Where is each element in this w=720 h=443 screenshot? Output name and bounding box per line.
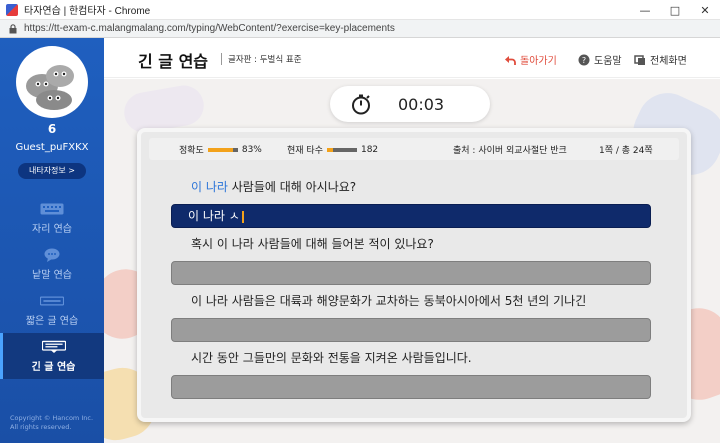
timer: 00:03 bbox=[330, 86, 490, 122]
accuracy-stat: 정확도 83% bbox=[179, 143, 262, 157]
sidebar-item-label: 낱말 연습 bbox=[32, 269, 72, 281]
sidebar-item-word-practice[interactable]: 낱말 연습 bbox=[0, 241, 104, 287]
prompt-rest: 이 나라 사람들은 대륙과 해양문화가 교차하는 동북아시아에서 5천 년의 기… bbox=[191, 294, 587, 308]
typing-input-active[interactable]: 이 나라 ㅅ bbox=[171, 204, 651, 228]
sidebar-item-short-text-practice[interactable]: 짧은 글 연습 bbox=[0, 287, 104, 333]
accuracy-bar bbox=[207, 147, 238, 152]
window-title: 타자연습 | 한컴타자 - Chrome bbox=[24, 6, 151, 17]
window-titlebar: 타자연습 | 한컴타자 - Chrome — □ ✕ bbox=[0, 0, 720, 20]
accuracy-value: 83% bbox=[241, 144, 262, 155]
source-text: 출처 : 사이버 외교사절단 반크 bbox=[453, 143, 567, 156]
copyright-line: Copyright © Hancom Inc. bbox=[10, 414, 94, 422]
help-button[interactable]: ? 도움말 bbox=[578, 52, 622, 67]
url-text[interactable]: https://tt-exam-c.malangmalang.com/typin… bbox=[24, 23, 395, 34]
back-label: 돌아가기 bbox=[520, 56, 557, 67]
speed-value: 182 bbox=[360, 144, 379, 155]
help-label: 도움말 bbox=[594, 56, 622, 67]
sidebar-item-label: 짧은 글 연습 bbox=[25, 315, 79, 327]
prompt-text: 혹시 이 나라 사람들에 대해 들어본 적이 있나요? bbox=[171, 235, 651, 253]
prompt-text: 이 나라 사람들은 대륙과 해양문화가 교차하는 동북아시아에서 5천 년의 기… bbox=[171, 292, 651, 310]
typing-input[interactable] bbox=[171, 375, 651, 399]
stats-bar: 정확도 83% 현재 타수 182 출처 : 사이버 외교사절단 반크 1쪽 /… bbox=[149, 138, 679, 160]
username: Guest_puFXKX bbox=[15, 142, 89, 153]
speed-label: 현재 타수 bbox=[287, 146, 323, 156]
divider bbox=[221, 53, 222, 65]
maximize-button[interactable]: □ bbox=[660, 0, 690, 20]
address-bar[interactable]: https://tt-exam-c.malangmalang.com/typin… bbox=[0, 20, 720, 38]
typing-input-value: 이 나라 ㅅ bbox=[188, 209, 240, 223]
typing-line-4: 시간 동안 그들만의 문화와 전통을 지켜온 사람들입니다. bbox=[171, 349, 651, 399]
typing-input[interactable] bbox=[171, 318, 651, 342]
my-typing-info-button[interactable]: 내타자정보 > bbox=[18, 163, 86, 179]
window-controls: — □ ✕ bbox=[630, 0, 720, 20]
prompt-typed: 이 나라 bbox=[191, 180, 228, 194]
typing-line-1: 이 나라 사람들에 대해 아시나요? 이 나라 ㅅ bbox=[171, 178, 651, 228]
text-caret bbox=[241, 210, 244, 223]
sidebar-item-long-text-practice[interactable]: 긴 글 연습 bbox=[0, 333, 104, 379]
back-button[interactable]: 돌아가기 bbox=[504, 52, 557, 67]
copyright: Copyright © Hancom Inc. All rights reser… bbox=[10, 414, 93, 432]
close-button[interactable]: ✕ bbox=[690, 0, 720, 20]
accuracy-label: 정확도 bbox=[179, 146, 204, 156]
sidebar-menu: 자리 연습 낱말 연습 짧은 글 연습 긴 글 연습 bbox=[0, 195, 104, 379]
page-counter: 1쪽 / 총 24쪽 bbox=[599, 143, 653, 156]
keyboard-layout-label: 글자판 : 두벌식 표준 bbox=[228, 55, 302, 65]
prompt-rest: 시간 동안 그들만의 문화와 전통을 지켜온 사람들입니다. bbox=[191, 351, 472, 365]
prompt-text: 시간 동안 그들만의 문화와 전통을 지켜온 사람들입니다. bbox=[171, 349, 651, 367]
typing-input[interactable] bbox=[171, 261, 651, 285]
sidebar-item-label: 긴 글 연습 bbox=[31, 361, 76, 373]
speed-bar bbox=[326, 147, 357, 152]
fullscreen-button[interactable]: 전체화면 bbox=[634, 52, 687, 67]
source-label: 출처 : 사이버 외교사절단 반크 bbox=[453, 146, 567, 156]
fullscreen-label: 전체화면 bbox=[650, 56, 687, 67]
sidebar: 6 Guest_puFXKX 내타자정보 > 자리 연습 낱말 연습 짧은 글 … bbox=[0, 38, 104, 443]
sidebar-item-label: 자리 연습 bbox=[32, 223, 72, 235]
short-text-icon bbox=[40, 294, 64, 308]
page-counter-label: 1쪽 / 총 24쪽 bbox=[599, 146, 653, 156]
accuracy-bar-fill bbox=[207, 147, 233, 152]
page-header: 긴 글 연습 글자판 : 두벌식 표준 돌아가기 ? 도움말 전체화면 bbox=[104, 38, 720, 78]
speech-bubble-icon bbox=[40, 248, 64, 262]
copyright-line: All rights reserved. bbox=[10, 423, 72, 431]
fullscreen-icon bbox=[634, 54, 646, 66]
typing-panel: 정확도 83% 현재 타수 182 출처 : 사이버 외교사절단 반크 1쪽 /… bbox=[137, 128, 691, 422]
timer-value: 00:03 bbox=[398, 94, 445, 114]
prompt-text: 이 나라 사람들에 대해 아시나요? bbox=[171, 178, 651, 196]
page-title: 긴 글 연습 bbox=[138, 52, 209, 71]
prompt-rest: 사람들에 대해 아시나요? bbox=[227, 180, 357, 194]
typing-line-2: 혹시 이 나라 사람들에 대해 들어본 적이 있나요? bbox=[171, 235, 651, 285]
help-icon: ? bbox=[578, 54, 590, 66]
speed-stat: 현재 타수 182 bbox=[287, 143, 379, 157]
avatar[interactable] bbox=[16, 46, 88, 118]
speed-bar-fill bbox=[326, 147, 333, 152]
app-icon bbox=[6, 3, 18, 16]
minimize-button[interactable]: — bbox=[630, 0, 660, 20]
long-text-icon bbox=[41, 340, 66, 354]
typing-line-3: 이 나라 사람들은 대륙과 해양문화가 교차하는 동북아시아에서 5천 년의 기… bbox=[171, 292, 651, 342]
prompt-rest: 혹시 이 나라 사람들에 대해 들어본 적이 있나요? bbox=[191, 237, 434, 251]
user-level: 6 bbox=[47, 122, 57, 136]
sidebar-item-key-practice[interactable]: 자리 연습 bbox=[0, 195, 104, 241]
svg-text:?: ? bbox=[582, 56, 586, 65]
back-arrow-icon bbox=[504, 54, 516, 66]
lock-icon bbox=[6, 22, 20, 36]
stopwatch-icon bbox=[352, 94, 370, 115]
keyboard-icon bbox=[40, 202, 64, 216]
avatar-illustration-icon bbox=[26, 65, 74, 110]
